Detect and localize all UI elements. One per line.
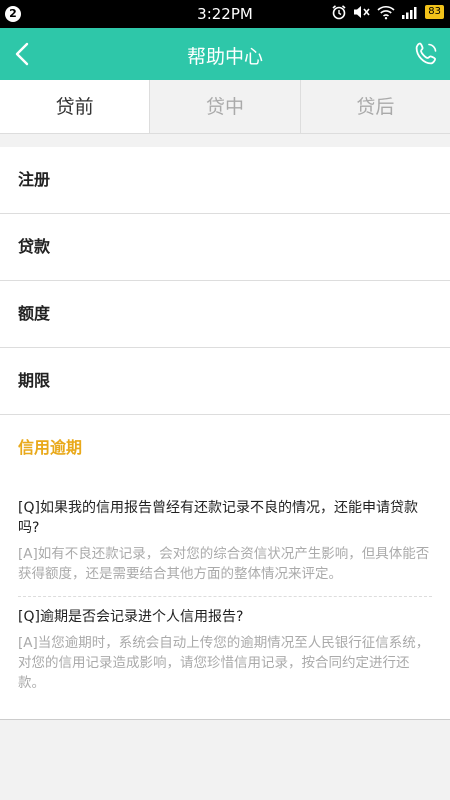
faq-question: [Q]如果我的信用报告曾经有还款记录不良的情况，还能申请贷款吗? <box>18 500 418 536</box>
wifi-icon <box>377 4 395 20</box>
faq-panel: [Q]如果我的信用报告曾经有还款记录不良的情况，还能申请贷款吗? [A]如有不良… <box>0 482 450 720</box>
tab-during-loan[interactable]: 贷中 <box>149 80 299 133</box>
call-button[interactable] <box>412 40 440 68</box>
phone-icon <box>415 42 437 65</box>
tab-bar: 贷前 贷中 贷后 <box>0 80 450 134</box>
alarm-icon <box>331 4 347 20</box>
nav-bar: 帮助中心 <box>0 28 450 80</box>
category-term[interactable]: 期限 <box>0 348 450 415</box>
category-credit-overdue[interactable]: 信用逾期 <box>0 415 450 482</box>
tab-after-loan[interactable]: 贷后 <box>299 80 450 133</box>
faq-answer: [A]当您逾期时，系统会自动上传您的逾期情况至人民银行征信系统，对您的信用记录造… <box>18 635 430 691</box>
faq-item: [Q]逾期是否会记录进个人信用报告? [A]当您逾期时，系统会自动上传您的逾期情… <box>18 596 432 705</box>
battery-icon: 83 <box>425 5 444 19</box>
status-bar: 2 3:22PM 83 <box>0 0 450 28</box>
page-title: 帮助中心 <box>186 46 263 68</box>
faq-item: [Q]如果我的信用报告曾经有还款记录不良的情况，还能申请贷款吗? [A]如有不良… <box>18 488 432 596</box>
category-register[interactable]: 注册 <box>0 147 450 214</box>
signal-icon <box>401 5 419 19</box>
category-loan[interactable]: 贷款 <box>0 214 450 281</box>
category-list: 注册 贷款 额度 期限 信用逾期 <box>0 147 450 482</box>
faq-answer: [A]如有不良还款记录，会对您的综合资信状况产生影响，但具体能否获得额度，还是需… <box>18 546 430 582</box>
section-gap <box>0 134 450 147</box>
status-icons: 83 <box>331 4 444 20</box>
faq-question: [Q]逾期是否会记录进个人信用报告? <box>18 609 244 625</box>
tab-before-loan[interactable]: 贷前 <box>0 80 150 133</box>
category-credit-limit[interactable]: 额度 <box>0 281 450 348</box>
mute-icon <box>353 4 371 20</box>
